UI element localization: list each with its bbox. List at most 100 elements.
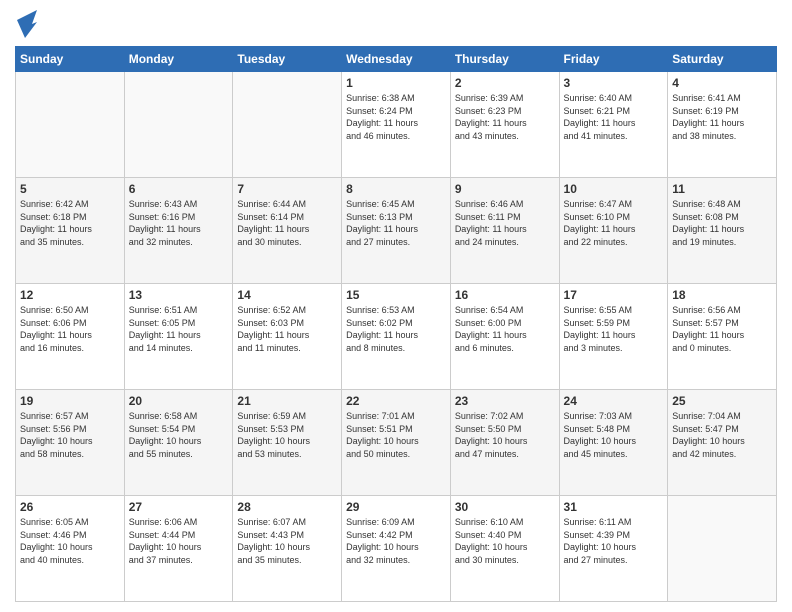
- day-number: 15: [346, 288, 446, 302]
- day-info: Sunrise: 6:07 AMSunset: 4:43 PMDaylight:…: [237, 516, 337, 566]
- table-row: 26Sunrise: 6:05 AMSunset: 4:46 PMDayligh…: [16, 496, 125, 602]
- table-row: 17 Sunrise: 6:55 AMSunset: 5:59 PMDayligh…: [559, 284, 668, 390]
- day-number: 25: [672, 394, 772, 408]
- table-row: 6Sunrise: 6:43 AMSunset: 6:16 PMDaylight…: [124, 178, 233, 284]
- table-row: [233, 72, 342, 178]
- table-row: 18 Sunrise: 6:56 AMSunset: 5:57 PMDayligh…: [668, 284, 777, 390]
- table-row: 14Sunrise: 6:52 AMSunset: 6:03 PMDayligh…: [233, 284, 342, 390]
- day-info: Sunrise: 6:44 AMSunset: 6:14 PMDaylight:…: [237, 198, 337, 248]
- day-info: Sunrise: 6:06 AMSunset: 4:44 PMDaylight:…: [129, 516, 229, 566]
- day-number: 21: [237, 394, 337, 408]
- day-info: Sunrise: 7:04 AMSunset: 5:47 PMDaylight:…: [672, 410, 772, 460]
- table-row: 4Sunrise: 6:41 AMSunset: 6:19 PMDaylight…: [668, 72, 777, 178]
- day-number: 12: [20, 288, 120, 302]
- day-number: 13: [129, 288, 229, 302]
- day-number: 4: [672, 76, 772, 90]
- calendar-header-row: Sunday Monday Tuesday Wednesday Thursday…: [16, 47, 777, 72]
- day-info: Sunrise: 6:51 AMSunset: 6:05 PMDaylight:…: [129, 304, 229, 354]
- table-row: 31Sunrise: 6:11 AMSunset: 4:39 PMDayligh…: [559, 496, 668, 602]
- day-number: 24: [564, 394, 664, 408]
- day-info: Sunrise: 6:09 AMSunset: 4:42 PMDaylight:…: [346, 516, 446, 566]
- day-number: 20: [129, 394, 229, 408]
- day-info: Sunrise: 6:53 AMSunset: 6:02 PMDaylight:…: [346, 304, 446, 354]
- table-row: 3 Sunrise: 6:40 AMSunset: 6:21 PMDaylight…: [559, 72, 668, 178]
- day-number: 18: [672, 288, 772, 302]
- day-info: Sunrise: 6:46 AMSunset: 6:11 PMDaylight:…: [455, 198, 555, 248]
- table-row: [16, 72, 125, 178]
- day-info: Sunrise: 6:55 AMSunset: 5:59 PMDaylight:…: [564, 304, 664, 354]
- calendar-week-row: 1Sunrise: 6:38 AMSunset: 6:24 PMDaylight…: [16, 72, 777, 178]
- logo-bird-icon: [17, 10, 37, 38]
- day-number: 3: [564, 76, 664, 90]
- day-info: Sunrise: 7:01 AMSunset: 5:51 PMDaylight:…: [346, 410, 446, 460]
- table-row: 28 Sunrise: 6:07 AMSunset: 4:43 PMDayligh…: [233, 496, 342, 602]
- day-info: Sunrise: 7:02 AMSunset: 5:50 PMDaylight:…: [455, 410, 555, 460]
- day-number: 6: [129, 182, 229, 196]
- day-number: 5: [20, 182, 120, 196]
- day-number: 28: [237, 500, 337, 514]
- day-info: Sunrise: 6:50 AMSunset: 6:06 PMDaylight:…: [20, 304, 120, 354]
- day-info: Sunrise: 6:40 AMSunset: 6:21 PMDaylight:…: [564, 92, 664, 142]
- table-row: 21 Sunrise: 6:59 AMSunset: 5:53 PMDayligh…: [233, 390, 342, 496]
- day-number: 27: [129, 500, 229, 514]
- table-row: 20 Sunrise: 6:58 AMSunset: 5:54 PMDayligh…: [124, 390, 233, 496]
- day-number: 30: [455, 500, 555, 514]
- col-header-monday: Monday: [124, 47, 233, 72]
- day-number: 1: [346, 76, 446, 90]
- day-info: Sunrise: 6:48 AMSunset: 6:08 PMDaylight:…: [672, 198, 772, 248]
- calendar-week-row: 12 Sunrise: 6:50 AMSunset: 6:06 PMDayligh…: [16, 284, 777, 390]
- day-info: Sunrise: 6:57 AMSunset: 5:56 PMDaylight:…: [20, 410, 120, 460]
- table-row: 12 Sunrise: 6:50 AMSunset: 6:06 PMDayligh…: [16, 284, 125, 390]
- day-number: 9: [455, 182, 555, 196]
- calendar-week-row: 19 Sunrise: 6:57 AMSunset: 5:56 PMDayligh…: [16, 390, 777, 496]
- table-row: 25 Sunrise: 7:04 AMSunset: 5:47 PMDayligh…: [668, 390, 777, 496]
- col-header-tuesday: Tuesday: [233, 47, 342, 72]
- table-row: 10Sunrise: 6:47 AMSunset: 6:10 PMDayligh…: [559, 178, 668, 284]
- day-info: Sunrise: 6:59 AMSunset: 5:53 PMDaylight:…: [237, 410, 337, 460]
- col-header-wednesday: Wednesday: [342, 47, 451, 72]
- day-info: Sunrise: 6:45 AMSunset: 6:13 PMDaylight:…: [346, 198, 446, 248]
- day-info: Sunrise: 6:47 AMSunset: 6:10 PMDaylight:…: [564, 198, 664, 248]
- table-row: 1Sunrise: 6:38 AMSunset: 6:24 PMDaylight…: [342, 72, 451, 178]
- table-row: 24 Sunrise: 7:03 AMSunset: 5:48 PMDayligh…: [559, 390, 668, 496]
- day-number: 11: [672, 182, 772, 196]
- day-number: 14: [237, 288, 337, 302]
- table-row: 2 Sunrise: 6:39 AMSunset: 6:23 PMDaylight…: [450, 72, 559, 178]
- logo: [15, 10, 37, 38]
- table-row: 11 Sunrise: 6:48 AMSunset: 6:08 PMDayligh…: [668, 178, 777, 284]
- day-number: 22: [346, 394, 446, 408]
- logo-text-block: [15, 10, 37, 38]
- table-row: 13 Sunrise: 6:51 AMSunset: 6:05 PMDayligh…: [124, 284, 233, 390]
- day-number: 2: [455, 76, 555, 90]
- day-info: Sunrise: 6:39 AMSunset: 6:23 PMDaylight:…: [455, 92, 555, 142]
- table-row: 19 Sunrise: 6:57 AMSunset: 5:56 PMDayligh…: [16, 390, 125, 496]
- table-row: 27 Sunrise: 6:06 AMSunset: 4:44 PMDayligh…: [124, 496, 233, 602]
- table-row: 22 Sunrise: 7:01 AMSunset: 5:51 PMDayligh…: [342, 390, 451, 496]
- table-row: 30 Sunrise: 6:10 AMSunset: 4:40 PMDayligh…: [450, 496, 559, 602]
- day-info: Sunrise: 7:03 AMSunset: 5:48 PMDaylight:…: [564, 410, 664, 460]
- day-info: Sunrise: 6:05 AMSunset: 4:46 PMDaylight:…: [20, 516, 120, 566]
- table-row: 9 Sunrise: 6:46 AMSunset: 6:11 PMDaylight…: [450, 178, 559, 284]
- day-info: Sunrise: 6:42 AMSunset: 6:18 PMDaylight:…: [20, 198, 120, 248]
- day-number: 7: [237, 182, 337, 196]
- day-number: 19: [20, 394, 120, 408]
- day-info: Sunrise: 6:10 AMSunset: 4:40 PMDaylight:…: [455, 516, 555, 566]
- day-info: Sunrise: 6:56 AMSunset: 5:57 PMDaylight:…: [672, 304, 772, 354]
- header: [15, 10, 777, 38]
- calendar-table: Sunday Monday Tuesday Wednesday Thursday…: [15, 46, 777, 602]
- table-row: 23Sunrise: 7:02 AMSunset: 5:50 PMDayligh…: [450, 390, 559, 496]
- table-row: 7 Sunrise: 6:44 AMSunset: 6:14 PMDaylight…: [233, 178, 342, 284]
- table-row: 29Sunrise: 6:09 AMSunset: 4:42 PMDayligh…: [342, 496, 451, 602]
- day-number: 8: [346, 182, 446, 196]
- day-info: Sunrise: 6:54 AMSunset: 6:00 PMDaylight:…: [455, 304, 555, 354]
- table-row: 15 Sunrise: 6:53 AMSunset: 6:02 PMDayligh…: [342, 284, 451, 390]
- table-row: 8 Sunrise: 6:45 AMSunset: 6:13 PMDaylight…: [342, 178, 451, 284]
- table-row: 16Sunrise: 6:54 AMSunset: 6:00 PMDayligh…: [450, 284, 559, 390]
- table-row: [124, 72, 233, 178]
- col-header-friday: Friday: [559, 47, 668, 72]
- day-number: 17: [564, 288, 664, 302]
- day-info: Sunrise: 6:58 AMSunset: 5:54 PMDaylight:…: [129, 410, 229, 460]
- col-header-thursday: Thursday: [450, 47, 559, 72]
- day-info: Sunrise: 6:11 AMSunset: 4:39 PMDaylight:…: [564, 516, 664, 566]
- col-header-sunday: Sunday: [16, 47, 125, 72]
